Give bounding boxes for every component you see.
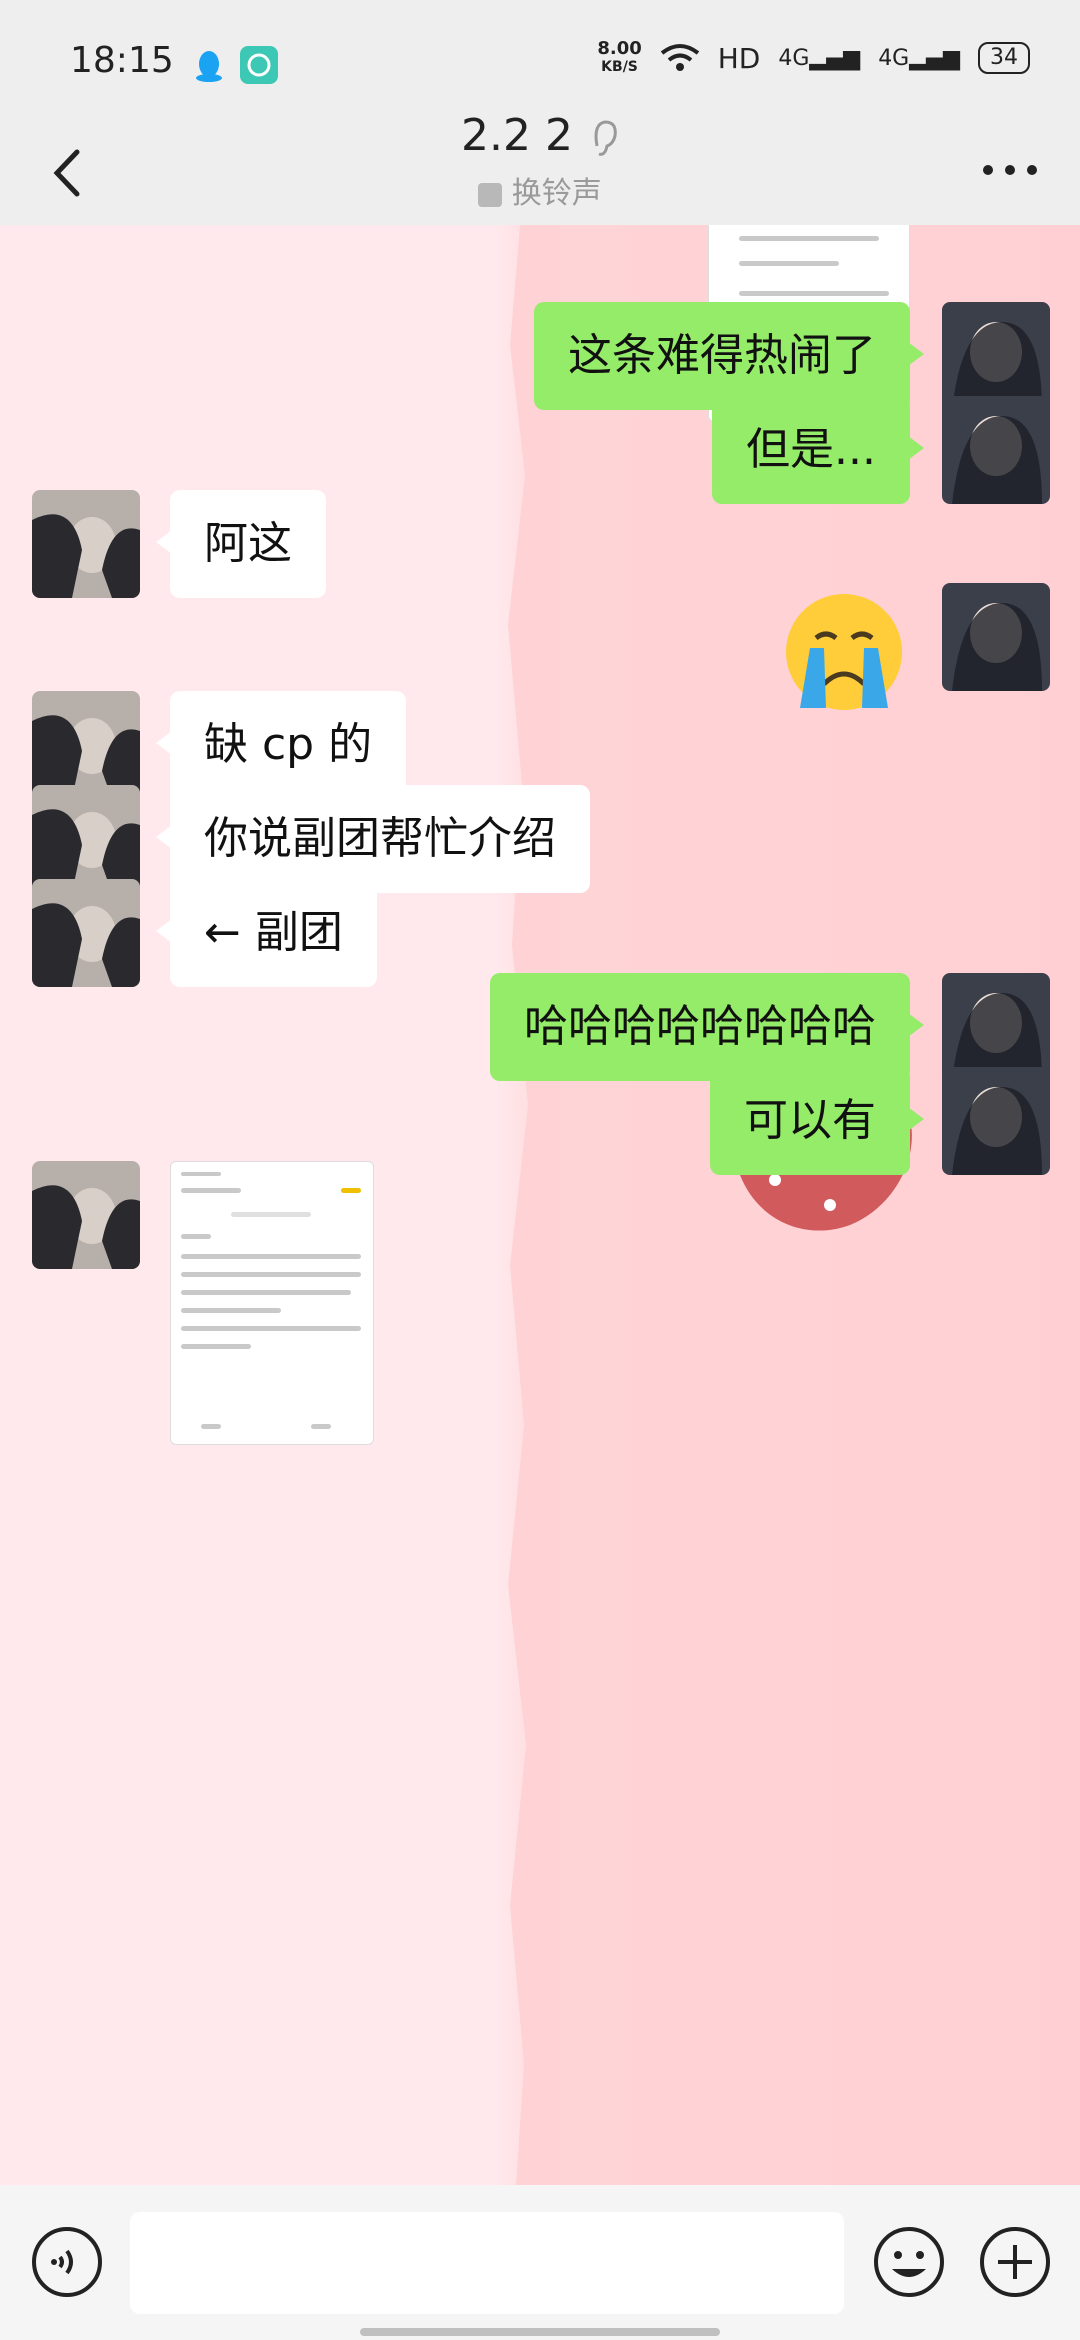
ringtone-icon	[478, 182, 503, 207]
qq-icon	[190, 46, 228, 84]
message-app-icon	[240, 46, 278, 84]
chat-area[interactable]: 这条难得热闹了 但是... 阿这 缺 cp 的 你说副团帮忙介绍 ← 副团 哈哈…	[0, 225, 1080, 2185]
status-indicators: 8.00 KB/S HD 4G▂▄▆ 4G▂▄▆ 34	[597, 40, 1030, 76]
title-row: 2.2 2	[0, 110, 1080, 161]
signal1-label: 4G	[778, 45, 810, 71]
ringtone-label: 换铃声	[511, 176, 602, 211]
signal-4g-2: 4G▂▄▆	[878, 45, 960, 71]
chat-subtitle[interactable]: 换铃声	[0, 168, 1080, 212]
avatar-contact[interactable]	[32, 691, 140, 799]
avatar-contact[interactable]	[32, 1161, 140, 1269]
voice-button[interactable]	[30, 2225, 104, 2299]
signal-4g-1: 4G▂▄▆	[778, 45, 861, 71]
input-bar	[0, 2185, 1080, 2340]
message-bubble-incoming[interactable]: 缺 cp 的	[155, 691, 407, 799]
message-bubble-incoming[interactable]: 阿这	[156, 490, 326, 598]
avatar-contact[interactable]	[32, 879, 140, 987]
signal2-label: 4G	[878, 45, 910, 71]
message-bubble-incoming[interactable]: ← 副团	[156, 879, 377, 987]
avatar-contact[interactable]	[32, 785, 140, 893]
avatar-me[interactable]	[942, 583, 1050, 691]
message-bubble-outgoing[interactable]: 这条难得热闹了	[534, 302, 924, 410]
ear-icon	[594, 120, 617, 156]
network-speed-value: 8.00	[597, 38, 642, 59]
message-bubble-outgoing[interactable]: 哈哈哈哈哈哈哈哈	[490, 973, 924, 1081]
status-bar: 18:15 8.00 KB/S HD 4G▂▄▆ 4G▂▄▆ 34	[0, 0, 1080, 120]
avatar-me[interactable]	[942, 396, 1050, 504]
message-bubble-outgoing[interactable]: 但是...	[712, 396, 924, 504]
avatar-me[interactable]	[942, 302, 1050, 410]
avatar-contact[interactable]	[32, 490, 140, 598]
status-time: 18:15	[70, 40, 174, 81]
plus-icon	[980, 2227, 1050, 2297]
avatar-me[interactable]	[942, 973, 1050, 1081]
chat-title: 2.2 2	[461, 110, 573, 161]
smiley-icon	[874, 2227, 944, 2297]
message-bubble-incoming[interactable]: 你说副团帮忙介绍	[156, 785, 590, 893]
shared-screenshot-image[interactable]	[170, 1161, 374, 1445]
crying-emoji[interactable]	[780, 588, 908, 716]
torn-paper-edge	[508, 225, 560, 2185]
emoji-button[interactable]	[872, 2225, 946, 2299]
message-input[interactable]	[130, 2212, 844, 2314]
network-speed: 8.00 KB/S	[597, 40, 641, 76]
wifi-icon	[660, 44, 699, 71]
battery-icon: 34	[978, 42, 1030, 74]
avatar-me[interactable]	[942, 1067, 1050, 1175]
more-functions-button[interactable]	[978, 2225, 1052, 2299]
network-speed-unit: KB/S	[601, 59, 638, 75]
voice-icon	[32, 2227, 102, 2297]
hd-label: HD	[717, 41, 761, 75]
message-bubble-outgoing[interactable]: 可以有	[710, 1067, 924, 1175]
home-indicator[interactable]	[360, 2328, 720, 2336]
